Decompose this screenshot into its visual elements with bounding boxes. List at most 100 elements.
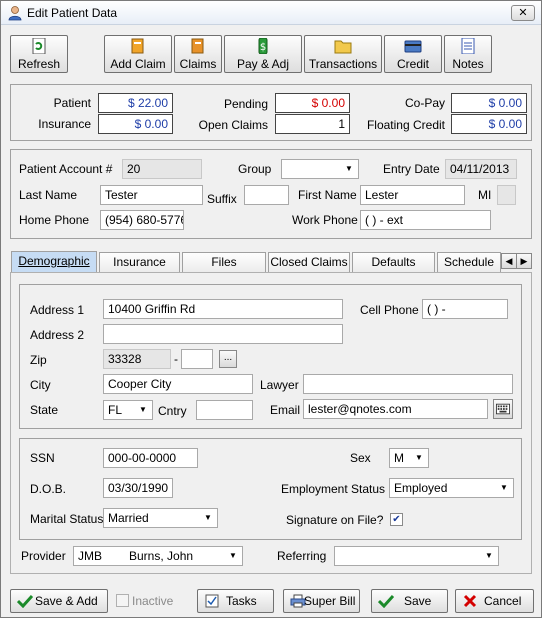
last-name-field[interactable]: Tester <box>100 185 203 205</box>
tab-schedule[interactable]: Schedule <box>437 252 501 272</box>
save-and-add-label: Save & Add <box>35 594 98 608</box>
provider-label: Provider <box>21 549 66 563</box>
insurance-balance-value: $ 0.00 <box>98 114 173 134</box>
address2-field[interactable] <box>103 324 343 344</box>
email-button[interactable] <box>493 399 513 419</box>
employment-status-select[interactable]: Employed ▼ <box>389 478 514 498</box>
dob-label: D.O.B. <box>30 482 67 496</box>
super-bill-label: Super Bill <box>304 594 356 608</box>
patient-icon <box>8 6 22 21</box>
floating-credit-value: $ 0.00 <box>451 114 527 134</box>
email-field[interactable]: lester@qnotes.com <box>303 399 488 419</box>
transactions-label: Transactions <box>308 57 378 71</box>
cell-phone-field[interactable]: ( ) - <box>422 299 508 319</box>
floating-credit-label: Floating Credit <box>366 118 445 132</box>
city-field[interactable]: Cooper City <box>103 374 253 394</box>
email-label: Email <box>270 403 301 417</box>
home-phone-field[interactable]: (954) 680-5776 <box>100 210 184 230</box>
super-bill-button[interactable]: Super Bill <box>283 589 360 613</box>
zip-field[interactable]: 33328 <box>103 349 171 369</box>
tab-defaults[interactable]: Defaults <box>352 252 435 272</box>
tab-files[interactable]: Files <box>182 252 266 272</box>
pay-adj-button[interactable]: $ Pay & Adj <box>224 35 302 73</box>
save-and-add-button[interactable]: Save & Add <box>10 589 108 613</box>
refresh-button[interactable]: Refresh <box>10 35 68 73</box>
pay-adj-label: Pay & Adj <box>236 57 290 71</box>
address2-label: Address 2 <box>30 328 85 342</box>
tasks-label: Tasks <box>226 594 257 608</box>
add-claim-button[interactable]: Add Claim <box>104 35 172 73</box>
tab-closed-claims[interactable]: Closed Claims <box>268 252 350 272</box>
country-field[interactable] <box>196 400 253 420</box>
sex-label: Sex <box>350 451 371 465</box>
work-phone-label: Work Phone <box>292 213 358 227</box>
cancel-button[interactable]: Cancel <box>455 589 534 613</box>
first-name-field[interactable]: Lester <box>360 185 465 205</box>
save-button[interactable]: Save <box>371 589 448 613</box>
edit-patient-window: Edit Patient Data ✕ Refresh Add Claim Cl… <box>0 0 542 618</box>
dob-field[interactable]: 03/30/1990 <box>103 478 173 498</box>
credit-card-icon <box>404 40 422 53</box>
provider-code: JMB <box>78 549 102 563</box>
account-number-label: Patient Account # <box>19 162 113 176</box>
entry-date-label: Entry Date <box>383 162 440 176</box>
signature-on-file-checkbox[interactable]: ✔ <box>390 513 403 526</box>
cancel-x-icon <box>463 594 477 608</box>
sex-value: M <box>394 451 404 465</box>
country-label: Cntry <box>158 404 187 418</box>
chevron-down-icon: ▼ <box>415 453 423 462</box>
last-name-label: Last Name <box>19 188 78 202</box>
checkmark-icon <box>17 594 33 608</box>
claims-button[interactable]: Claims <box>174 35 222 73</box>
checkmark-icon <box>378 594 394 608</box>
home-phone-label: Home Phone <box>19 213 90 227</box>
address1-field[interactable]: 10400 Griffin Rd <box>103 299 343 319</box>
patient-balance-value: $ 22.00 <box>98 93 173 113</box>
insurance-balance-label: Insurance <box>38 117 91 131</box>
tasks-icon <box>205 594 219 608</box>
suffix-field[interactable] <box>244 185 289 205</box>
zip-label: Zip <box>30 353 47 367</box>
add-claim-icon <box>131 38 144 54</box>
work-phone-field[interactable]: ( ) - ext <box>360 210 491 230</box>
credit-button[interactable]: Credit <box>384 35 442 73</box>
city-label: City <box>30 378 51 392</box>
tab-scroll-right-button[interactable]: ▶ <box>516 253 532 269</box>
group-select[interactable]: ▼ <box>281 159 359 179</box>
tab-scroll-left-button[interactable]: ◀ <box>501 253 517 269</box>
chevron-down-icon: ▼ <box>345 164 353 173</box>
zip-lookup-button[interactable]: ... <box>219 350 237 368</box>
lawyer-field[interactable] <box>303 374 513 394</box>
refresh-icon <box>32 38 46 54</box>
chevron-down-icon: ▼ <box>500 483 508 492</box>
credit-label: Credit <box>396 57 429 71</box>
cell-phone-label: Cell Phone <box>360 303 419 317</box>
transactions-button[interactable]: Transactions <box>304 35 382 73</box>
money-icon: $ <box>258 38 268 54</box>
sex-select[interactable]: M ▼ <box>389 448 429 468</box>
inactive-checkbox[interactable] <box>116 594 129 607</box>
refresh-label: Refresh <box>17 57 61 71</box>
zip-extension-field[interactable] <box>181 349 213 369</box>
ssn-field[interactable]: 000-00-0000 <box>103 448 198 468</box>
chevron-down-icon: ▼ <box>229 551 237 560</box>
notes-icon <box>461 38 475 54</box>
marital-status-label: Marital Status <box>30 512 104 526</box>
entry-date-field: 04/11/2013 <box>445 159 517 179</box>
referring-select[interactable]: ▼ <box>334 546 499 566</box>
state-label: State <box>30 403 59 417</box>
mi-label: MI <box>478 188 492 202</box>
ssn-label: SSN <box>30 451 55 465</box>
notes-button[interactable]: Notes <box>444 35 492 73</box>
provider-select[interactable]: JMB Burns, John ▼ <box>73 546 243 566</box>
mi-field[interactable] <box>497 185 516 205</box>
state-select[interactable]: FL ▼ <box>103 400 153 420</box>
employment-status-label: Employment Status <box>281 482 386 496</box>
close-button[interactable]: ✕ <box>511 5 535 21</box>
tab-insurance[interactable]: Insurance <box>99 252 180 272</box>
chevron-down-icon: ▼ <box>485 551 493 560</box>
marital-status-select[interactable]: Married ▼ <box>103 508 218 528</box>
suffix-label: Suffix <box>207 192 237 206</box>
tab-demographic[interactable]: Demographic <box>11 251 97 272</box>
tasks-button[interactable]: Tasks <box>197 589 274 613</box>
